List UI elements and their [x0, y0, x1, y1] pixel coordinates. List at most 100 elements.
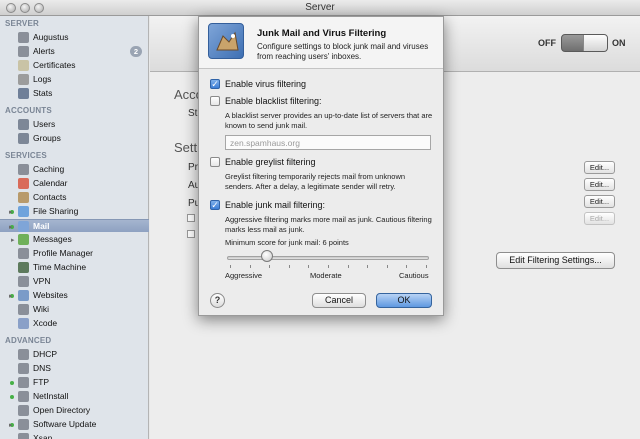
slider-tick	[230, 265, 231, 268]
junk-score-slider-track[interactable]	[227, 256, 429, 260]
sidebar-item-open-directory[interactable]: Open Directory	[0, 404, 149, 417]
stats-icon	[18, 88, 29, 99]
sidebar-item-augustus[interactable]: Augustus	[0, 31, 149, 44]
sidebar-item-software-update[interactable]: ▸ Software Update	[0, 418, 149, 431]
sidebar-item-ftp[interactable]: FTP	[0, 376, 149, 389]
calendar-icon	[18, 178, 29, 189]
sidebar-section-header: ACCOUNTS	[5, 106, 52, 115]
disclosure-triangle-icon[interactable]: ▸	[9, 421, 13, 429]
disclosure-triangle-icon[interactable]: ▸	[9, 208, 13, 216]
sidebar-item-label: Mail	[33, 221, 50, 231]
blacklist-description: A blacklist server provides an up-to-dat…	[225, 111, 433, 130]
sidebar-item-xcode[interactable]: Xcode	[0, 317, 149, 330]
sidebar-item-xsan[interactable]: Xsan	[0, 432, 149, 439]
sidebar-item-messages[interactable]: ▸ Messages	[0, 233, 149, 246]
sidebar-item-wiki[interactable]: Wiki	[0, 303, 149, 316]
settings-row-1-partial: Pr	[188, 162, 198, 173]
greylist-filtering-checkbox[interactable]	[210, 157, 220, 167]
virus-filtering-checkbox[interactable]: ✓	[210, 79, 220, 89]
edit-button[interactable]: Edit...	[584, 178, 615, 191]
sheet-header: Junk Mail and Virus Filtering Configure …	[199, 17, 443, 69]
sidebar-item-label: DHCP	[33, 349, 58, 359]
group-icon	[18, 133, 29, 144]
junk-mail-filtering-label: Enable junk mail filtering:	[225, 200, 326, 210]
background-checkbox[interactable]	[187, 214, 195, 222]
edit-button[interactable]: Edit...	[584, 195, 615, 208]
sidebar-item-websites[interactable]: ▸ Websites	[0, 289, 149, 302]
cancel-button[interactable]: Cancel	[312, 293, 366, 308]
sidebar-item-label: Logs	[33, 74, 52, 84]
blacklist-filtering-checkbox[interactable]	[210, 96, 220, 106]
blacklist-server-field[interactable]: zen.spamhaus.org	[225, 135, 431, 150]
sidebar-item-contacts[interactable]: Contacts	[0, 191, 149, 204]
junk-mail-filtering-checkbox[interactable]: ✓	[210, 200, 220, 210]
sidebar: SERVER Augustus Alerts 2 Certificates Logs Sta…	[0, 16, 149, 439]
alerts-icon	[18, 46, 29, 57]
xsan-icon	[18, 433, 29, 439]
sidebar-item-dns[interactable]: DNS	[0, 362, 149, 375]
sidebar-section-header: SERVER	[5, 19, 39, 28]
sidebar-item-stats[interactable]: Stats	[0, 87, 149, 100]
sidebar-item-profile-manager[interactable]: Profile Manager	[0, 247, 149, 260]
dns-icon	[18, 363, 29, 374]
virus-filtering-label: Enable virus filtering	[225, 79, 307, 89]
sidebar-section-header: ADVANCED	[5, 336, 52, 345]
sidebar-item-label: Alerts	[33, 46, 55, 56]
certificate-icon	[18, 60, 29, 71]
help-button[interactable]: ?	[210, 293, 225, 308]
settings-heading-partial: Setti	[174, 140, 201, 155]
sidebar-item-file-sharing[interactable]: ▸ File Sharing	[0, 205, 149, 218]
messages-icon	[18, 234, 29, 245]
sidebar-item-label: Software Update	[33, 419, 97, 429]
junk-mail-description: Aggressive filtering marks more mail as …	[225, 215, 432, 234]
slider-tick	[269, 265, 271, 268]
sheet-subtitle: Configure settings to block junk mail an…	[257, 42, 429, 61]
time-machine-icon	[18, 262, 29, 273]
disclosure-triangle-icon[interactable]: ▸	[9, 292, 13, 300]
edit-filtering-settings-button[interactable]: Edit Filtering Settings...	[496, 252, 615, 269]
sidebar-item-label: Messages	[33, 234, 72, 244]
cautious-label: Cautious	[399, 271, 429, 280]
sidebar-item-certificates[interactable]: Certificates	[0, 59, 149, 72]
sidebar-item-logs[interactable]: Logs	[0, 73, 149, 86]
open-directory-icon	[18, 405, 29, 416]
status-label-partial: St	[188, 108, 198, 119]
sidebar-item-calendar[interactable]: Calendar	[0, 177, 149, 190]
sidebar-item-label: Groups	[33, 133, 61, 143]
junk-score-label: Minimum score for junk mail: 6 points	[225, 238, 349, 247]
sidebar-item-dhcp[interactable]: DHCP	[0, 348, 149, 361]
background-checkbox[interactable]	[187, 230, 195, 238]
sidebar-item-alerts[interactable]: Alerts 2	[0, 45, 149, 58]
slider-tick	[249, 265, 251, 268]
service-toggle[interactable]	[561, 34, 608, 52]
sidebar-item-users[interactable]: Users	[0, 118, 149, 131]
sidebar-item-netinstall[interactable]: NetInstall	[0, 390, 149, 403]
sidebar-item-mail[interactable]: ▸ Mail	[0, 219, 149, 232]
sidebar-item-label: Time Machine	[33, 262, 87, 272]
sidebar-item-label: VPN	[33, 276, 51, 286]
sidebar-section-header: SERVICES	[5, 151, 47, 160]
sidebar-item-caching[interactable]: Caching	[0, 163, 149, 176]
sidebar-item-label: Contacts	[33, 192, 67, 202]
greylist-filtering-label: Enable greylist filtering	[225, 157, 316, 167]
disclosure-triangle-icon[interactable]: ▸	[11, 236, 15, 244]
sidebar-item-time-machine[interactable]: Time Machine	[0, 261, 149, 274]
sidebar-item-groups[interactable]: Groups	[0, 132, 149, 145]
disclosure-triangle-icon[interactable]: ▸	[9, 223, 13, 231]
mail-stamp-icon	[208, 23, 244, 59]
sheet-title: Junk Mail and Virus Filtering	[257, 28, 387, 39]
toggle-knob[interactable]	[583, 35, 607, 51]
alerts-count-badge: 2	[130, 46, 142, 57]
sidebar-item-label: Calendar	[33, 178, 68, 188]
slider-tick	[308, 265, 310, 268]
window-title: Server	[305, 2, 335, 13]
ok-button[interactable]: OK	[376, 293, 432, 308]
slider-tick	[406, 265, 408, 268]
log-icon	[18, 74, 29, 85]
slider-tick	[386, 265, 388, 268]
aggressive-label: Aggressive	[225, 271, 263, 280]
sidebar-item-vpn[interactable]: VPN	[0, 275, 149, 288]
junk-score-slider-knob[interactable]	[261, 250, 274, 262]
sidebar-item-label: File Sharing	[33, 206, 79, 216]
edit-button[interactable]: Edit...	[584, 161, 615, 174]
